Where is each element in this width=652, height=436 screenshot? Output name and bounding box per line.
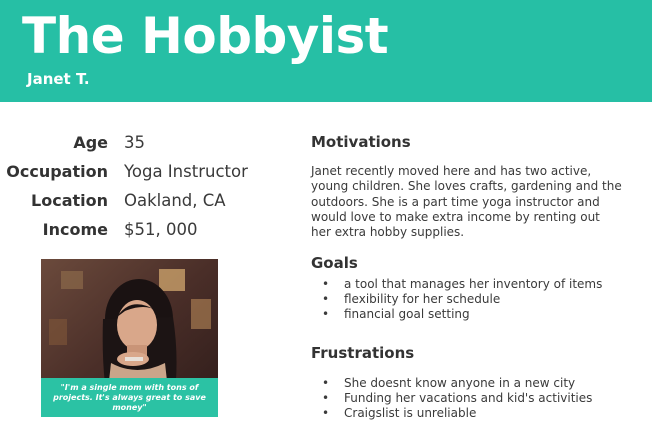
- fact-label: Age: [73, 133, 108, 152]
- fact-label: Occupation: [6, 162, 108, 181]
- header-banner: The Hobbyist Janet T.: [0, 0, 652, 102]
- goals-list: a tool that manages her inventory of ite…: [322, 277, 602, 322]
- fact-row-occupation: Occupation Yoga Instructor: [0, 162, 290, 191]
- persona-facts: Age 35 Occupation Yoga Instructor Locati…: [0, 133, 290, 249]
- fact-value: Oakland, CA: [124, 191, 226, 210]
- list-item: a tool that manages her inventory of ite…: [322, 277, 602, 292]
- motivations-text: Janet recently moved here and has two ac…: [311, 164, 622, 240]
- persona-title: The Hobbyist: [22, 7, 389, 65]
- list-item: Funding her vacations and kid's activiti…: [322, 391, 592, 406]
- motivations-heading: Motivations: [311, 133, 411, 151]
- list-item: flexibility for her schedule: [322, 292, 602, 307]
- fact-row-income: Income $51, 000: [0, 220, 290, 249]
- fact-label: Location: [31, 191, 108, 210]
- persona-name: Janet T.: [27, 70, 90, 88]
- fact-value: $51, 000: [124, 220, 198, 239]
- list-item: financial goal setting: [322, 307, 602, 322]
- fact-row-location: Location Oakland, CA: [0, 191, 290, 220]
- persona-quote: "I'm a single mom with tons of projects.…: [41, 378, 218, 417]
- goals-heading: Goals: [311, 254, 358, 272]
- fact-label: Income: [42, 220, 108, 239]
- fact-value: 35: [124, 133, 145, 152]
- frustrations-heading: Frustrations: [311, 344, 415, 362]
- fact-value: Yoga Instructor: [124, 162, 248, 181]
- list-item: She doesnt know anyone in a new city: [322, 376, 592, 391]
- list-item: Craigslist is unreliable: [322, 406, 592, 421]
- fact-row-age: Age 35: [0, 133, 290, 162]
- persona-photo: "I'm a single mom with tons of projects.…: [41, 259, 218, 417]
- frustrations-list: She doesnt know anyone in a new city Fun…: [322, 376, 592, 421]
